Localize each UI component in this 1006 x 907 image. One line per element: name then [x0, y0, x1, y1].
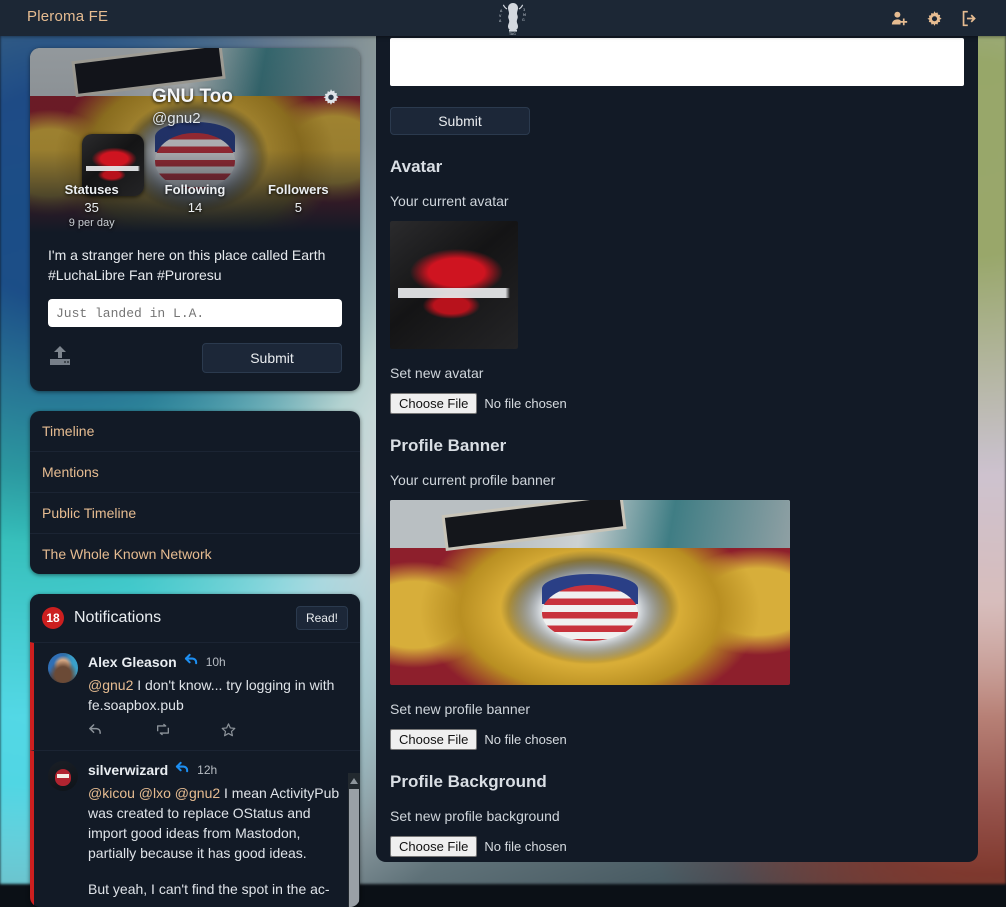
sign-out-icon[interactable]: [961, 10, 978, 27]
top-bar-icon-group: [891, 0, 978, 36]
gear-icon[interactable]: [322, 88, 340, 111]
reply-arrow-icon: [184, 653, 199, 671]
stat-label: Following: [143, 182, 246, 197]
top-navigation-bar: Pleroma FE AVA 3MG TAG: [0, 0, 1006, 36]
current-avatar-label: Your current avatar: [390, 193, 964, 209]
banner-no-file-label: No file chosen: [484, 732, 566, 747]
stat-following[interactable]: Following 14: [143, 182, 246, 229]
reply-icon[interactable]: [88, 723, 155, 742]
reply-arrow-icon: [175, 761, 190, 779]
svg-text:V: V: [499, 14, 502, 18]
banner-file-row: Choose File No file chosen: [390, 729, 964, 750]
current-avatar-preview: [390, 221, 518, 349]
notification-text: @kicou @lxo @gnu2 I mean ActivityPub was…: [88, 783, 348, 863]
stat-value: 14: [143, 200, 246, 215]
notification-mention[interactable]: @kicou @lxo @gnu2: [88, 785, 220, 801]
app-brand-title: Pleroma FE: [27, 8, 108, 25]
avatar[interactable]: [48, 653, 78, 683]
stat-value: 5: [247, 200, 350, 215]
background-file-row: Choose File No file chosen: [390, 836, 964, 857]
banner-section-heading: Profile Banner: [390, 436, 964, 456]
profile-display-name: GNU Too: [152, 86, 233, 108]
notifications-count-badge: 18: [42, 607, 64, 629]
notification-username[interactable]: Alex Gleason: [88, 654, 177, 670]
user-profile-card: GNU Too @gnu2 Statuses 35 9 per day Foll…: [30, 48, 360, 391]
svg-text:G: G: [522, 18, 525, 22]
notifications-scrollbar[interactable]: [348, 773, 360, 907]
mark-read-button[interactable]: Read!: [296, 606, 348, 630]
bio-submit-button[interactable]: Submit: [390, 107, 530, 135]
bio-textarea[interactable]: [390, 38, 964, 86]
left-sidebar: GNU Too @gnu2 Statuses 35 9 per day Foll…: [30, 48, 360, 907]
stat-sub: 9 per day: [40, 217, 143, 229]
notification-actions: [88, 723, 348, 742]
sidebar-item-timeline[interactable]: Timeline: [30, 411, 360, 452]
current-banner-label: Your current profile banner: [390, 472, 964, 488]
profile-account-handle: @gnu2: [152, 110, 233, 127]
background-no-file-label: No file chosen: [484, 839, 566, 854]
svg-text:A: A: [500, 9, 503, 13]
avatar-file-row: Choose File No file chosen: [390, 393, 964, 414]
background-section-heading: Profile Background: [390, 772, 964, 792]
gear-icon[interactable]: [926, 10, 943, 27]
svg-text:A: A: [499, 19, 502, 23]
stat-value: 35: [40, 200, 143, 215]
svg-text:M: M: [523, 13, 526, 17]
notification-username[interactable]: silverwizard: [88, 762, 168, 778]
set-new-background-label: Set new profile background: [390, 808, 964, 824]
notifications-title: Notifications: [74, 609, 286, 627]
upload-icon[interactable]: [48, 345, 72, 372]
notification-text-continued: But yeah, I can't find the spot in the a…: [88, 879, 348, 899]
choose-background-file-button[interactable]: Choose File: [390, 836, 477, 857]
status-submit-button[interactable]: Submit: [202, 343, 342, 373]
stat-followers[interactable]: Followers 5: [247, 182, 350, 229]
avatar-no-file-label: No file chosen: [484, 396, 566, 411]
sidebar-item-mentions[interactable]: Mentions: [30, 452, 360, 493]
status-compose-area: Submit: [30, 285, 360, 391]
stat-statuses[interactable]: Statuses 35 9 per day: [40, 182, 143, 229]
notifications-header: 18 Notifications Read!: [30, 594, 360, 642]
sidebar-item-whole-known-network[interactable]: The Whole Known Network: [30, 534, 360, 574]
notification-time: 12h: [197, 763, 217, 777]
scroll-up-arrow-icon[interactable]: [348, 773, 360, 789]
notification-mention[interactable]: @gnu2: [88, 677, 133, 693]
profile-bio: I'm a stranger here on this place called…: [30, 229, 360, 285]
svg-text:TAG: TAG: [508, 32, 516, 36]
status-input[interactable]: [48, 299, 342, 327]
favorite-star-icon[interactable]: [221, 723, 288, 742]
profile-settings-panel: Submit Avatar Your current avatar Set ne…: [376, 36, 978, 862]
notification-text: @gnu2 I don't know... try logging in wit…: [88, 675, 348, 715]
notifications-panel: 18 Notifications Read! Alex Gleason 10h …: [30, 594, 360, 907]
stat-label: Followers: [247, 182, 350, 197]
avatar-section-heading: Avatar: [390, 157, 964, 177]
set-new-avatar-label: Set new avatar: [390, 365, 964, 381]
profile-stats: Statuses 35 9 per day Following 14 Follo…: [30, 182, 360, 229]
scrollbar-thumb[interactable]: [349, 789, 359, 907]
notification-item[interactable]: silverwizard 12h @kicou @lxo @gnu2 I mea…: [30, 750, 360, 907]
navigation-panel: Timeline Mentions Public Timeline The Wh…: [30, 411, 360, 574]
notification-time: 10h: [206, 655, 226, 669]
pleroma-logo-icon: AVA 3MG TAG: [489, 0, 537, 36]
avatar[interactable]: [48, 761, 78, 791]
choose-avatar-file-button[interactable]: Choose File: [390, 393, 477, 414]
sidebar-item-public-timeline[interactable]: Public Timeline: [30, 493, 360, 534]
notification-item[interactable]: Alex Gleason 10h @gnu2 I don't know... t…: [30, 642, 360, 750]
current-banner-preview: [390, 500, 790, 685]
set-new-banner-label: Set new profile banner: [390, 701, 964, 717]
stat-label: Statuses: [40, 182, 143, 197]
choose-banner-file-button[interactable]: Choose File: [390, 729, 477, 750]
user-add-icon[interactable]: [891, 10, 908, 27]
retweet-icon[interactable]: [155, 723, 222, 742]
svg-text:3: 3: [523, 8, 525, 12]
